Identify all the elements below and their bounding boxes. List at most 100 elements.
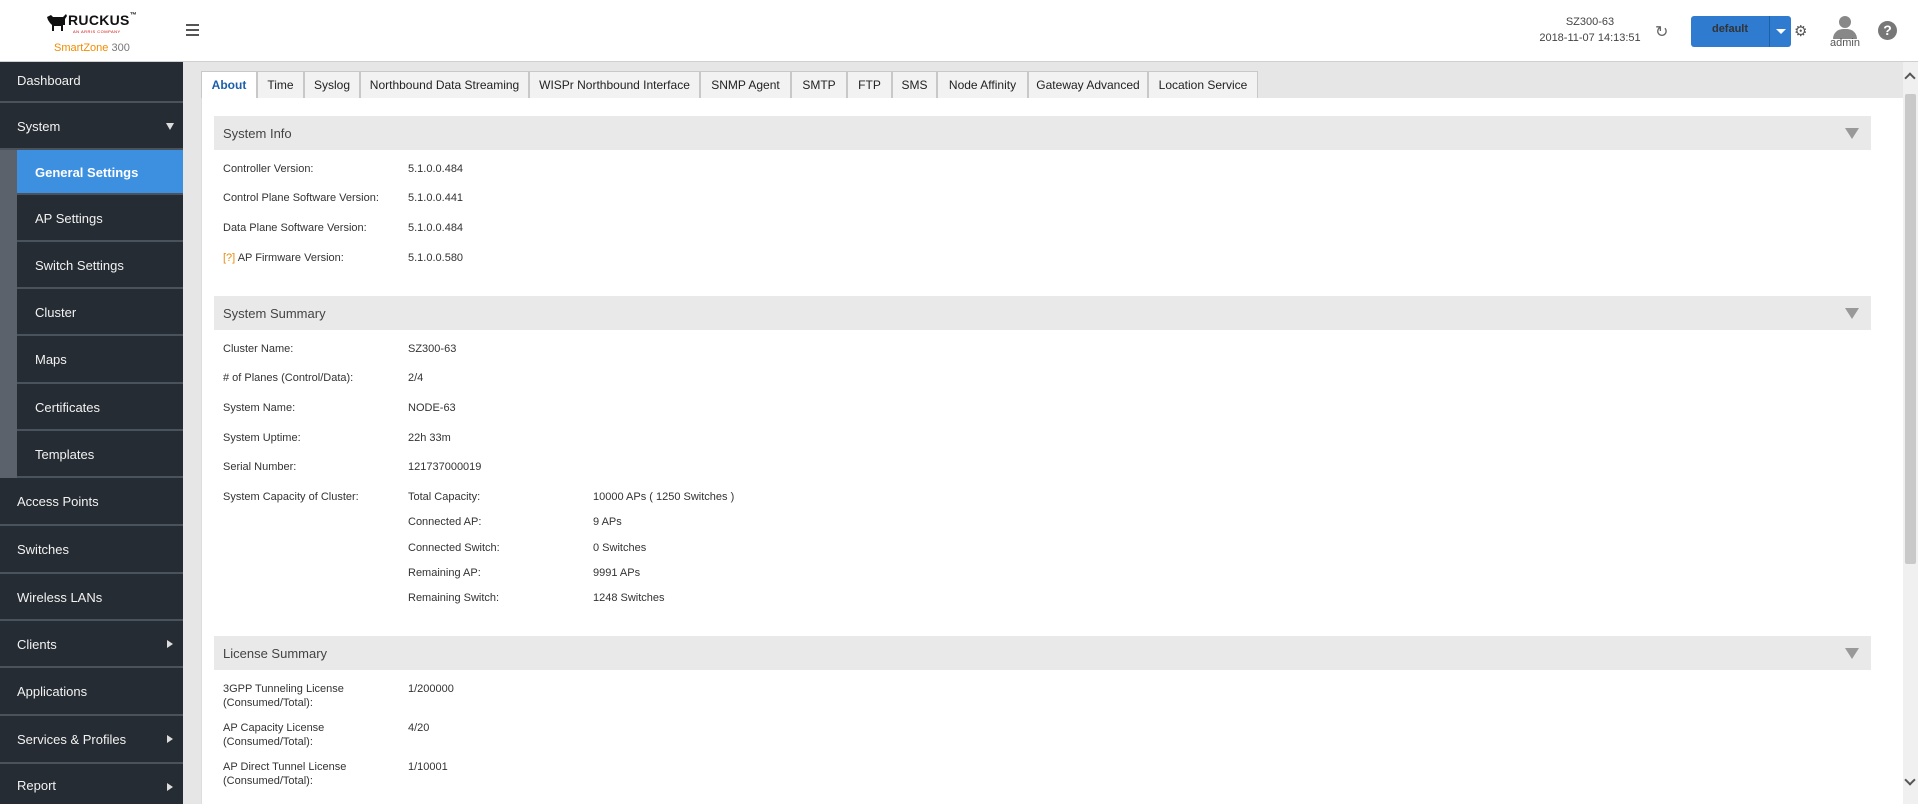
system-info-header[interactable]: System Info xyxy=(214,116,1871,150)
ap-capacity-license-value: 4/20 xyxy=(408,722,430,734)
serial-label: Serial Number: xyxy=(223,461,297,473)
hamburger-menu-icon[interactable] xyxy=(186,24,199,36)
remaining-switch-value: 1248 Switches xyxy=(593,592,665,604)
tab-gateway-advanced[interactable]: Gateway Advanced xyxy=(1028,71,1148,99)
refresh-icon[interactable]: ↻ xyxy=(1655,22,1668,42)
arrow-right-icon xyxy=(167,783,173,791)
total-capacity-value: 10000 APs ( 1250 Switches ) xyxy=(593,491,735,503)
planes-label: # of Planes (Control/Data): xyxy=(223,372,354,384)
scroll-thumb[interactable] xyxy=(1905,94,1916,564)
gear-icon[interactable]: ⚙ xyxy=(1794,22,1807,40)
ap-firmware-value: 5.1.0.0.580 xyxy=(408,252,464,264)
arrow-right-icon xyxy=(167,639,173,648)
ap-direct-tunnel-license-value: 1/10001 xyxy=(408,761,448,773)
sidebar-item-dashboard[interactable]: Dashboard xyxy=(0,62,183,103)
sidebar: Dashboard System General Settings AP Set… xyxy=(0,62,183,804)
remaining-switch-label: Remaining Switch: xyxy=(408,592,500,604)
data-plane-value: 5.1.0.0.484 xyxy=(408,222,464,234)
license-summary-title: License Summary xyxy=(223,646,328,661)
connected-switch-label: Connected Switch: xyxy=(408,542,500,554)
gpp-license-label-1: 3GPP Tunneling License xyxy=(223,683,344,695)
user-icon xyxy=(1839,16,1851,28)
domain-selector-button[interactable]: default xyxy=(1691,16,1791,47)
tab-ftp[interactable]: FTP xyxy=(847,71,892,99)
tab-location-service[interactable]: Location Service xyxy=(1148,71,1258,99)
system-name-label: System Name: xyxy=(223,402,296,414)
sidebar-item-wireless-lans[interactable]: Wireless LANs xyxy=(0,574,183,621)
top-bar: RUCKUS™ AN ARRIS COMPANY SmartZone 300 S… xyxy=(0,0,1918,62)
control-plane-value: 5.1.0.0.441 xyxy=(408,192,464,204)
sidebar-item-system[interactable]: System xyxy=(0,103,183,150)
sidebar-item-templates[interactable]: Templates xyxy=(17,431,183,478)
ruckus-logo[interactable]: RUCKUS™ AN ARRIS COMPANY SmartZone 300 xyxy=(40,8,140,56)
collapse-icon xyxy=(1845,308,1859,319)
caret-down-icon xyxy=(1776,29,1786,34)
brand-tagline: AN ARRIS COMPANY xyxy=(73,29,121,34)
uptime-value: 22h 33m xyxy=(408,432,451,444)
connected-switch-value: 0 Switches xyxy=(593,542,647,554)
connected-ap-value: 9 APs xyxy=(593,516,622,528)
tab-snmp-agent[interactable]: SNMP Agent xyxy=(700,71,791,99)
tab-sms[interactable]: SMS xyxy=(892,71,937,99)
tab-northbound-data-streaming[interactable]: Northbound Data Streaming xyxy=(360,71,529,99)
tab-node-affinity[interactable]: Node Affinity xyxy=(937,71,1028,99)
sidebar-item-maps[interactable]: Maps xyxy=(17,336,183,384)
help-icon[interactable]: ? xyxy=(1878,21,1897,40)
about-panel: System Info Controller Version: 5.1.0.0.… xyxy=(201,98,1903,804)
license-summary-header[interactable]: License Summary xyxy=(214,636,1871,670)
system-summary-header[interactable]: System Summary xyxy=(214,296,1871,330)
control-plane-label: Control Plane Software Version: xyxy=(223,192,379,204)
system-summary-title: System Summary xyxy=(223,306,326,321)
scroll-up-arrow-icon[interactable] xyxy=(1904,72,1916,84)
cluster-name-label: Cluster Name: xyxy=(223,343,294,355)
cluster-name-value: SZ300-63 xyxy=(408,343,457,355)
sidebar-item-switches[interactable]: Switches xyxy=(0,526,183,574)
system-info-title: System Info xyxy=(223,126,292,141)
sidebar-item-applications[interactable]: Applications xyxy=(0,668,183,716)
sidebar-item-services-profiles[interactable]: Services & Profiles xyxy=(0,716,183,764)
sidebar-item-cluster[interactable]: Cluster xyxy=(17,289,183,336)
controller-version-label: Controller Version: xyxy=(223,163,314,175)
product-model: 300 xyxy=(111,42,130,54)
scroll-down-arrow-icon[interactable] xyxy=(1904,774,1916,786)
tab-about[interactable]: About xyxy=(201,71,257,100)
ap-direct-tunnel-license-label-1: AP Direct Tunnel License xyxy=(223,761,347,773)
arrow-right-icon xyxy=(167,735,173,743)
arrow-down-icon xyxy=(166,122,174,130)
controller-version-value: 5.1.0.0.484 xyxy=(408,163,464,175)
sidebar-item-general-settings[interactable]: General Settings xyxy=(17,150,183,195)
user-name: admin xyxy=(1830,37,1860,49)
header-system-time: 2018-11-07 14:13:51 xyxy=(1539,32,1641,44)
ap-firmware-label: [?] AP Firmware Version: xyxy=(223,252,344,264)
sidebar-item-certificates[interactable]: Certificates xyxy=(17,384,183,431)
sidebar-item-ap-settings[interactable]: AP Settings xyxy=(17,195,183,242)
sidebar-item-access-points[interactable]: Access Points xyxy=(0,478,183,526)
data-plane-label: Data Plane Software Version: xyxy=(223,222,367,234)
collapse-icon xyxy=(1845,128,1859,139)
connected-ap-label: Connected AP: xyxy=(408,516,482,528)
collapse-icon xyxy=(1845,648,1859,659)
brand-tm: ™ xyxy=(129,12,138,19)
page-scrollbar[interactable] xyxy=(1903,62,1918,804)
sidebar-item-clients[interactable]: Clients xyxy=(0,621,183,668)
header-system-name: SZ300-63 xyxy=(1565,16,1615,28)
ap-capacity-license-label-1: AP Capacity License xyxy=(223,722,325,734)
tab-wispr-northbound-interface[interactable]: WISPr Northbound Interface xyxy=(529,71,700,99)
gpp-license-value: 1/200000 xyxy=(408,683,454,695)
system-name-value: NODE-63 xyxy=(408,402,456,414)
tab-syslog[interactable]: Syslog xyxy=(304,71,360,99)
remaining-ap-label: Remaining AP: xyxy=(408,567,481,579)
sidebar-item-report[interactable]: Report xyxy=(0,764,183,804)
ap-direct-tunnel-license-label-2: (Consumed/Total): xyxy=(223,775,313,787)
sidebar-item-switch-settings[interactable]: Switch Settings xyxy=(17,242,183,289)
product-name: SmartZone xyxy=(54,42,109,54)
user-menu[interactable]: admin xyxy=(1825,14,1865,54)
ap-firmware-help-link[interactable]: [?] xyxy=(223,252,235,264)
tab-smtp[interactable]: SMTP xyxy=(791,71,847,99)
tab-time[interactable]: Time xyxy=(257,71,304,99)
capacity-label: System Capacity of Cluster: xyxy=(223,491,359,503)
ap-capacity-license-label-2: (Consumed/Total): xyxy=(223,736,313,748)
planes-value: 2/4 xyxy=(408,372,424,384)
main-content: About Time Syslog Northbound Data Stream… xyxy=(183,62,1903,804)
dog-logo-icon xyxy=(47,14,67,31)
